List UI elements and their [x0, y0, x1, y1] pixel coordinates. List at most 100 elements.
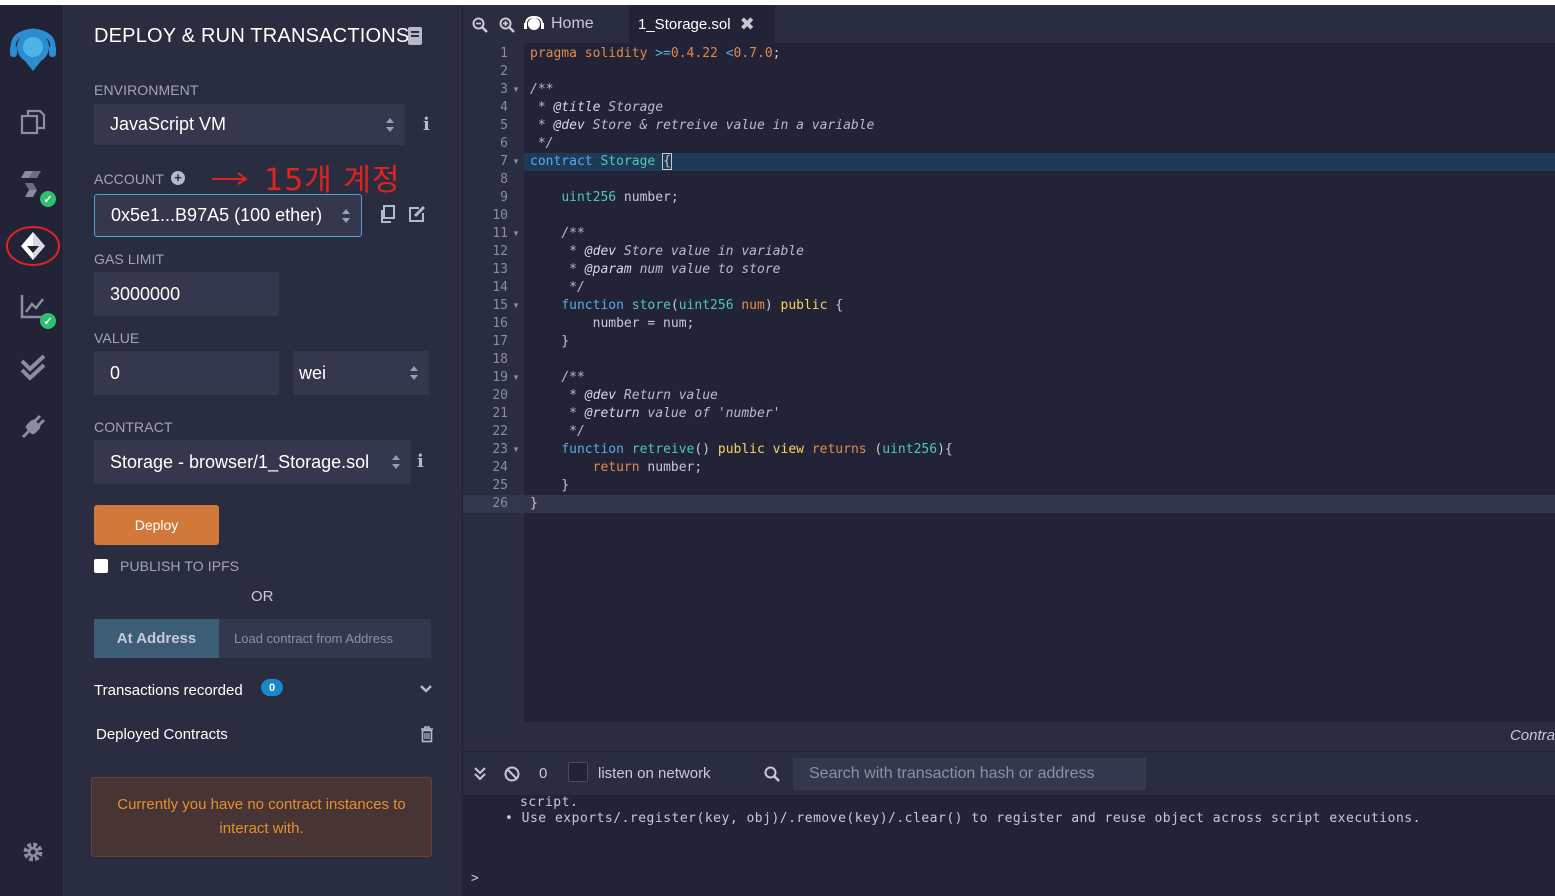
account-label: ACCOUNT [94, 171, 164, 187]
listen-network-label: listen on network [598, 765, 711, 782]
fold-arrow-icon[interactable]: ▼ [512, 153, 520, 171]
line-number: 8 [500, 172, 508, 187]
gas-limit-label: GAS LIMIT [94, 251, 165, 267]
fold-arrow-icon[interactable]: ▼ [512, 369, 520, 387]
terminal-toolbar: 0 listen on network Search with transact… [463, 751, 1555, 796]
zoom-in-icon[interactable] [499, 17, 515, 33]
red-arrow-annotation [212, 172, 248, 185]
at-address-button[interactable]: At Address [94, 619, 219, 658]
environment-select[interactable]: JavaScript VM [94, 104, 405, 145]
line-number: 12 [492, 244, 508, 259]
fold-arrow-icon[interactable]: ▼ [512, 225, 520, 243]
docs-book-icon[interactable] [408, 27, 422, 45]
load-address-input[interactable]: Load contract from Address [219, 619, 431, 658]
line-number: 18 [492, 352, 508, 367]
check-badge-icon: ✓ [40, 191, 56, 207]
line-number: 17 [492, 334, 508, 349]
pending-tx-count: 0 [539, 765, 548, 782]
publish-ipfs-label: PUBLISH TO IPFS [120, 558, 240, 574]
tab-storage-sol[interactable]: 1_Storage.sol ✖ [629, 5, 775, 43]
account-select[interactable]: 0x5e1...B97A5 (100 ether) [94, 194, 362, 237]
line-number: 6 [500, 136, 508, 151]
tab-home-label: Home [551, 15, 594, 32]
close-tab-icon[interactable]: ✖ [740, 14, 755, 35]
annotation-text: 15개 계정 [264, 163, 401, 198]
transactions-count-badge: 0 [261, 679, 283, 696]
gas-limit-input[interactable]: 3000000 [94, 272, 279, 316]
chevron-down-icon[interactable] [419, 684, 433, 694]
environment-label: ENVIRONMENT [94, 82, 199, 98]
tab-home[interactable]: Home [523, 5, 629, 43]
line-number: 21 [492, 406, 508, 421]
deployed-contracts-label: Deployed Contracts [96, 726, 228, 743]
contract-label: CONTRACT [94, 419, 173, 435]
remix-home-icon [524, 15, 544, 30]
gas-limit-value: 3000000 [110, 283, 181, 304]
value-label: VALUE [94, 330, 140, 346]
tab-file-label: 1_Storage.sol [638, 15, 731, 33]
line-number: 14 [492, 280, 508, 295]
value-unit: wei [299, 362, 327, 383]
terminal-log-line: script. [520, 795, 579, 810]
contract-label-right: Contra [1509, 727, 1555, 744]
zoom-out-icon[interactable] [472, 17, 488, 33]
line-number: 22 [492, 424, 508, 439]
line-number: 24 [492, 460, 508, 475]
line-number: 26 [492, 496, 508, 511]
info-icon[interactable]: i [423, 114, 430, 135]
trash-icon[interactable] [420, 726, 434, 743]
copy-icon[interactable] [379, 205, 395, 223]
tab-bar: Home 1_Storage.sol ✖ [463, 5, 1555, 43]
listen-network-checkbox[interactable] [568, 762, 588, 782]
plugin-manager-icon[interactable] [14, 408, 52, 446]
remix-logo-icon[interactable] [7, 27, 59, 75]
line-number: 15 [492, 298, 508, 313]
analysis-icon[interactable]: ✓ [14, 287, 56, 329]
select-arrows-icon [341, 208, 351, 224]
line-number: 5 [500, 118, 508, 133]
deploy-button[interactable]: Deploy [94, 505, 219, 545]
line-number: 4 [500, 100, 508, 115]
publish-ipfs-checkbox[interactable] [94, 559, 108, 573]
icon-panel: ✓ ✓ [0, 5, 64, 896]
settings-gear-icon[interactable] [14, 833, 52, 871]
select-arrows-icon [391, 454, 401, 470]
line-number: 10 [492, 208, 508, 223]
line-number: 19 [492, 370, 508, 385]
side-panel: DEPLOY & RUN TRANSACTIONS ENVIRONMENT Ja… [64, 5, 463, 896]
file-explorer-icon[interactable] [14, 103, 52, 141]
code-editor[interactable] [463, 43, 1555, 722]
testing-icon[interactable] [14, 348, 52, 386]
edit-icon[interactable] [408, 205, 426, 223]
fold-arrow-icon[interactable]: ▼ [512, 81, 520, 99]
account-value: 0x5e1...B97A5 (100 ether) [111, 205, 323, 225]
line-number: 7 [500, 154, 508, 169]
line-number: 1 [500, 46, 508, 61]
environment-value: JavaScript VM [110, 114, 227, 134]
terminal-resize-bar[interactable]: Contra [463, 722, 1555, 751]
add-account-plus-icon[interactable]: + [171, 171, 185, 185]
value-input[interactable]: 0 [94, 351, 279, 395]
contract-select[interactable]: Storage - browser/1_Storage.sol [94, 440, 411, 484]
terminal-prompt[interactable]: > [471, 871, 479, 886]
or-separator: OR [251, 588, 274, 605]
line-number: 13 [492, 262, 508, 277]
line-number: 23 [492, 442, 508, 457]
fold-arrow-icon[interactable]: ▼ [512, 441, 520, 459]
select-arrows-icon [409, 365, 419, 381]
solidity-compiler-icon[interactable]: ✓ [14, 165, 56, 207]
tx-search-input[interactable]: Search with transaction hash or address [793, 758, 1146, 790]
collapse-terminal-icon[interactable] [474, 767, 486, 781]
clear-console-icon[interactable] [504, 766, 520, 782]
cursor-line-highlight [463, 495, 1555, 513]
fold-arrow-icon[interactable]: ▼ [512, 297, 520, 315]
check-badge-icon: ✓ [40, 313, 56, 329]
line-number: 9 [500, 190, 508, 205]
no-instances-alert: Currently you have no contract instances… [91, 777, 432, 857]
info-icon[interactable]: i [417, 451, 424, 472]
value-unit-select[interactable]: wei [293, 351, 429, 395]
terminal-output: script. • Use exports/.register(key, obj… [463, 795, 1555, 896]
red-circle-annotation [6, 226, 60, 266]
active-line-highlight [524, 153, 1555, 171]
line-number: 16 [492, 316, 508, 331]
